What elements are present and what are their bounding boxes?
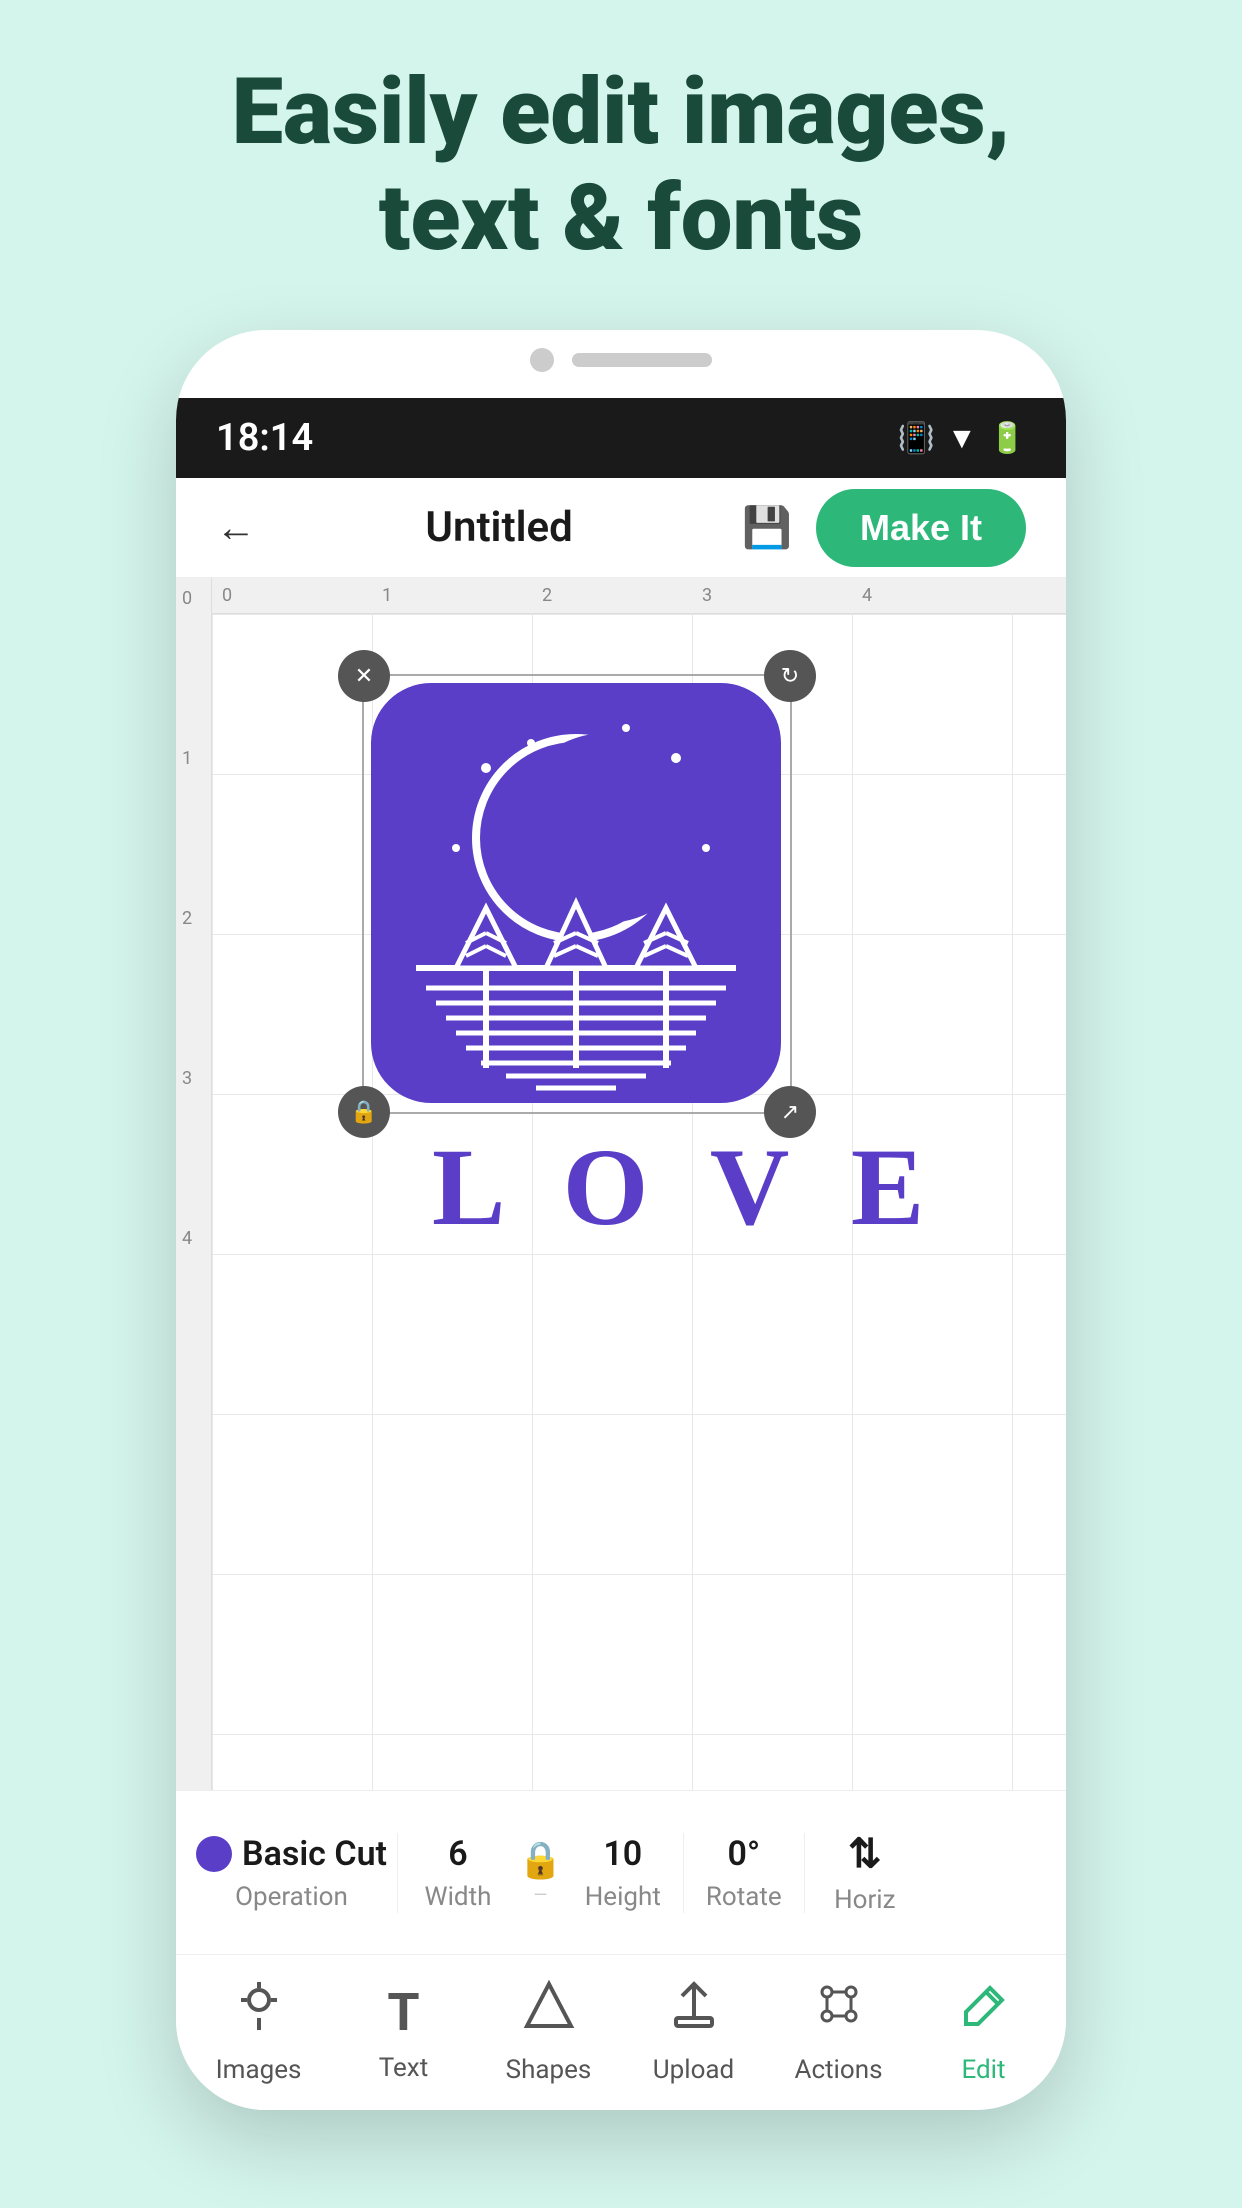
phone-top-bar <box>530 348 712 372</box>
text-label: Text <box>379 2053 428 2083</box>
canvas-area: 0 1 2 3 4 0 1 2 3 4 ✕ ↻ 🔒 ↗ <box>176 578 1066 1790</box>
ruler-mark-v1: 1 <box>182 748 192 769</box>
vibrate-icon: 📳 <box>898 421 935 456</box>
edit-icon <box>958 1980 1010 2045</box>
height-label: Height <box>585 1882 661 1912</box>
shapes-label: Shapes <box>506 2055 592 2085</box>
horiz-value: ⇅ <box>848 1830 882 1877</box>
header-actions: 💾 Make It <box>742 489 1026 567</box>
ruler-mark-2: 2 <box>542 585 552 606</box>
nav-text[interactable]: T Text <box>349 1982 459 2083</box>
ruler-vertical: 0 1 2 3 4 <box>176 578 212 1790</box>
battery-icon: 🔋 <box>989 421 1026 456</box>
ruler-mark-v3: 3 <box>182 1068 192 1089</box>
love-text[interactable]: L O V E <box>432 1124 942 1251</box>
ruler-mark-4: 4 <box>862 585 872 606</box>
divider-3 <box>804 1833 805 1913</box>
make-it-button[interactable]: Make It <box>816 489 1026 567</box>
text-icon: T <box>387 1982 419 2043</box>
ruler-mark-3: 3 <box>702 585 712 606</box>
rotate-item: 0° Rotate <box>694 1834 794 1912</box>
ruler-horizontal: 0 1 2 3 4 <box>212 578 1066 614</box>
lock-prop-icon[interactable]: 🔒 <box>518 1839 563 1881</box>
bottom-nav: Images T Text Shapes <box>176 1954 1066 2110</box>
actions-icon <box>813 1980 865 2045</box>
wifi-icon: ▼ <box>947 421 977 456</box>
horiz-item: ⇅ Horiz <box>815 1830 915 1915</box>
ruler-mark-0: 0 <box>222 585 232 606</box>
save-icon[interactable]: 💾 <box>742 504 792 551</box>
phone-speaker <box>572 353 712 367</box>
rotate-label: Rotate <box>706 1882 782 1912</box>
operation-color <box>196 1836 232 1872</box>
height-item: 10 Height <box>573 1834 673 1912</box>
upload-icon <box>668 1980 720 2045</box>
nav-upload[interactable]: Upload <box>639 1980 749 2085</box>
rotate-value: 0° <box>728 1834 761 1874</box>
status-time: 18:14 <box>216 416 313 460</box>
nav-edit[interactable]: Edit <box>929 1980 1039 2085</box>
header-line1: Easily edit images, <box>232 59 1011 166</box>
width-value: 6 <box>448 1834 467 1874</box>
header-line2: text & fonts <box>379 165 863 272</box>
operation-value: Basic Cut <box>242 1834 387 1874</box>
edit-label: Edit <box>961 2055 1005 2085</box>
header-text: Easily edit images, text & fonts <box>0 60 1242 272</box>
nav-actions[interactable]: Actions <box>784 1980 894 2085</box>
ruler-mark-1: 1 <box>382 585 392 606</box>
horiz-label: Horiz <box>834 1885 895 1915</box>
phone-outer: 18:14 📳 ▼ 🔋 ← Untitled 💾 Make It 0 1 2 <box>176 330 1066 2110</box>
properties-bar: Basic Cut Operation 6 Width 🔒 — 10 Heigh… <box>176 1790 1066 1954</box>
operation-label: Operation <box>235 1882 348 1912</box>
app-header: ← Untitled 💾 Make It <box>176 478 1066 578</box>
height-value: 10 <box>603 1834 642 1874</box>
images-icon <box>233 1980 285 2045</box>
width-item: 6 Width <box>408 1834 508 1912</box>
images-label: Images <box>216 2055 302 2085</box>
divider-1 <box>397 1833 398 1913</box>
canvas-grid: ✕ ↻ 🔒 ↗ <box>212 614 1066 1790</box>
ruler-mark-v0: 0 <box>182 588 192 609</box>
status-icons: 📳 ▼ 🔋 <box>898 421 1026 456</box>
artwork-image[interactable] <box>366 678 786 1110</box>
ruler-mark-v2: 2 <box>182 908 192 929</box>
nav-images[interactable]: Images <box>204 1980 314 2085</box>
app-title: Untitled <box>425 503 572 552</box>
ruler-mark-v4: 4 <box>182 1228 192 1249</box>
shapes-icon <box>523 1980 575 2045</box>
divider-2 <box>683 1833 684 1913</box>
operation-item: Basic Cut Operation <box>196 1834 387 1912</box>
nav-shapes[interactable]: Shapes <box>494 1980 604 2085</box>
back-button[interactable]: ← <box>216 504 256 551</box>
phone-camera <box>530 348 554 372</box>
actions-label: Actions <box>794 2055 882 2085</box>
phone-wrapper: 18:14 📳 ▼ 🔋 ← Untitled 💾 Make It 0 1 2 <box>176 330 1066 2110</box>
width-label: Width <box>425 1882 492 1912</box>
upload-label: Upload <box>653 2055 734 2085</box>
status-bar: 18:14 📳 ▼ 🔋 <box>176 398 1066 478</box>
